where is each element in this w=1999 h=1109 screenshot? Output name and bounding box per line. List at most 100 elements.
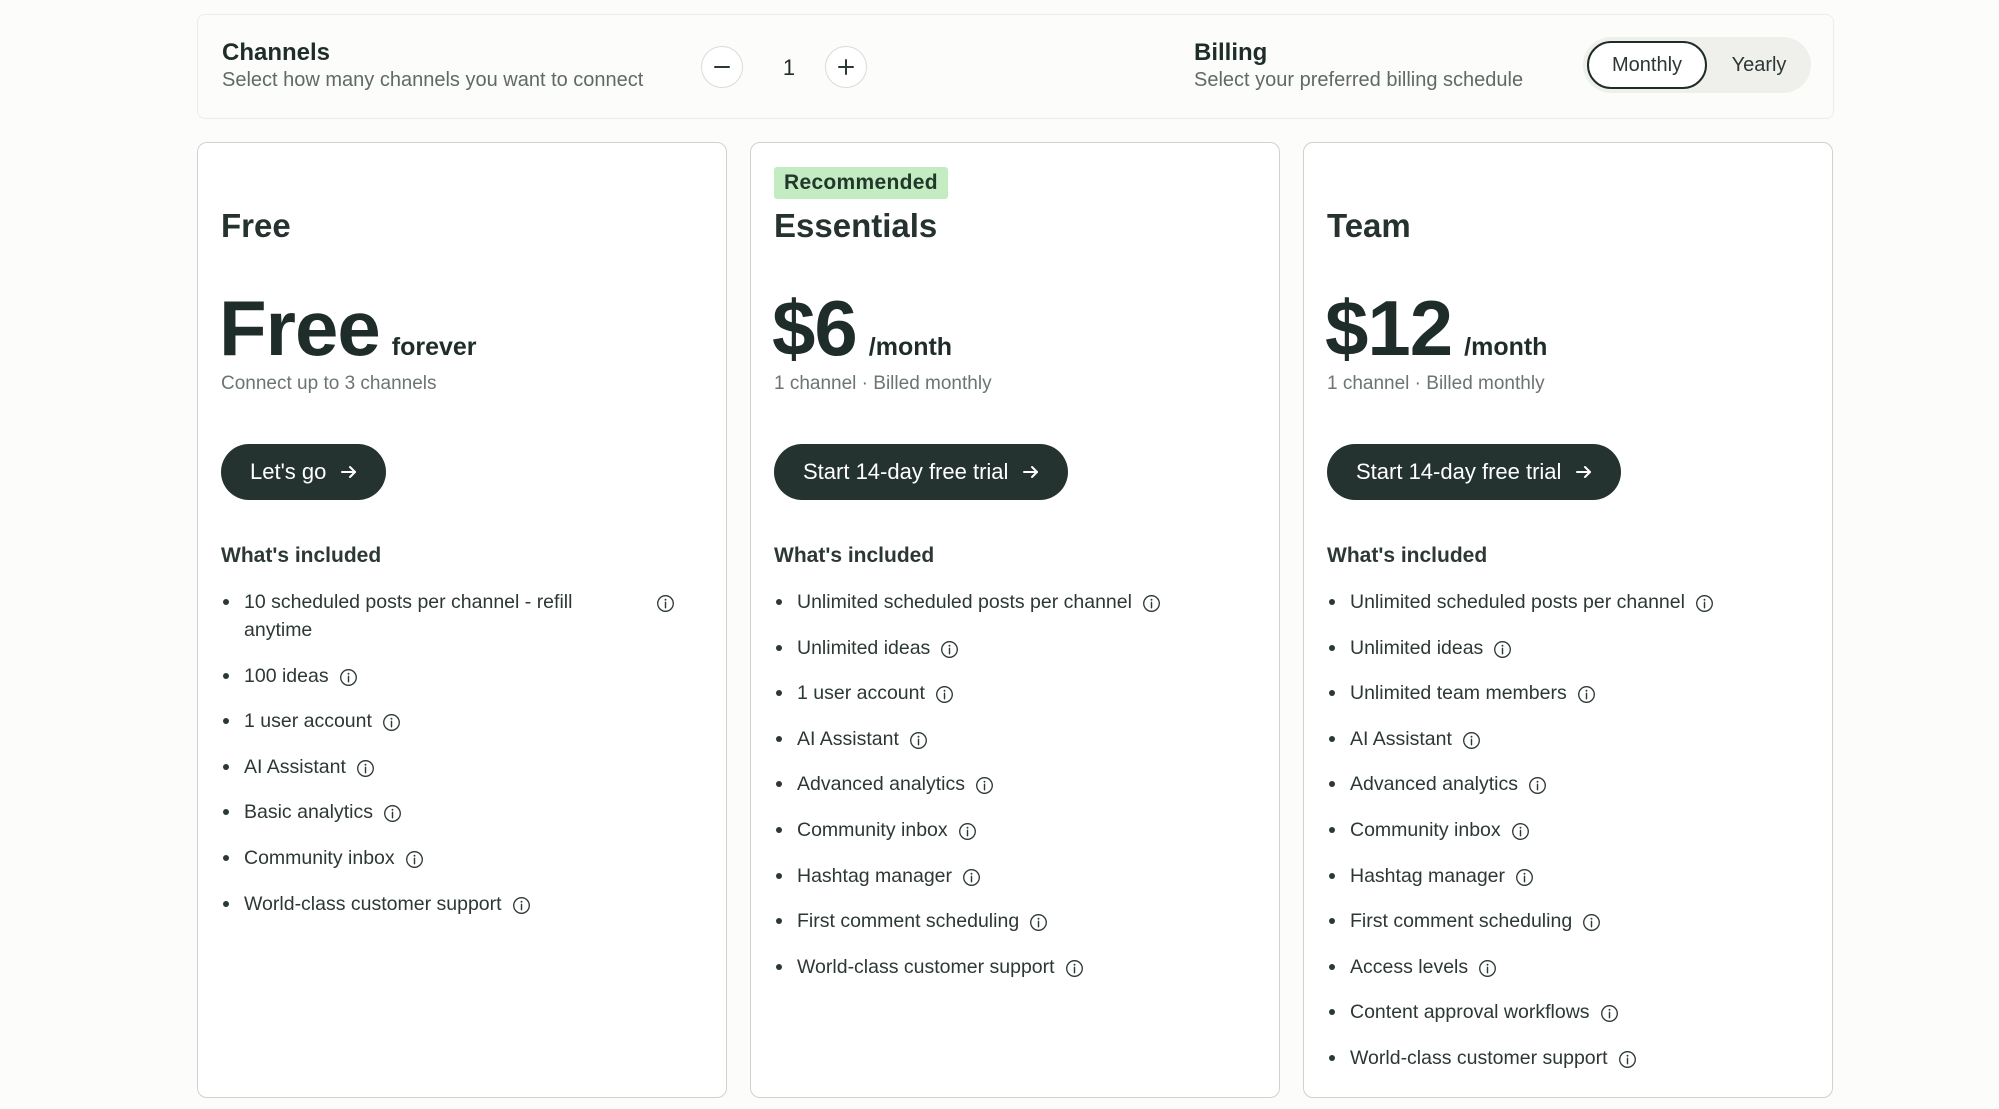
decrease-channels-button[interactable] <box>701 46 743 88</box>
feature-list: Unlimited scheduled posts per channel Un… <box>1327 588 1807 1090</box>
feature-item: AI Assistant <box>774 725 1254 753</box>
feature-item: World-class customer support <box>1327 1044 1807 1072</box>
info-icon[interactable] <box>1511 821 1530 840</box>
feature-label: 1 user account <box>244 710 372 733</box>
plan-cta-button[interactable]: Start 14-day free trial <box>774 444 1069 500</box>
feature-item: 1 user account <box>221 707 701 735</box>
feature-item: 10 scheduled posts per channel - refill … <box>221 588 701 644</box>
info-icon[interactable] <box>958 821 977 840</box>
feature-list: Unlimited scheduled posts per channel Un… <box>774 588 1254 998</box>
cta-label: Start 14-day free trial <box>1356 459 1562 484</box>
feature-item: Hashtag manager <box>1327 862 1807 890</box>
plan-name: Essentials <box>774 207 938 244</box>
feature-label: 1 user account <box>797 682 925 705</box>
plan-cta-button[interactable]: Start 14-day free trial <box>1327 444 1622 500</box>
feature-label: Access levels <box>1350 955 1469 978</box>
feature-item: World-class customer support <box>221 890 701 918</box>
feature-label: Unlimited scheduled posts per channel <box>797 591 1132 613</box>
info-icon[interactable] <box>1618 1049 1637 1068</box>
arrow-right-icon <box>1023 466 1039 478</box>
info-icon[interactable] <box>1142 593 1161 612</box>
feature-item: First comment scheduling <box>774 907 1254 935</box>
plan-cta-button[interactable]: Let's go <box>221 444 387 500</box>
info-icon[interactable] <box>1695 593 1714 612</box>
billing-option-monthly[interactable]: Monthly <box>1587 41 1707 89</box>
info-icon[interactable] <box>940 639 959 658</box>
info-icon[interactable] <box>512 895 531 914</box>
price-subtext: 1 channel · Billed monthly <box>774 373 992 394</box>
feature-label: Content approval workflows <box>1350 1001 1590 1024</box>
info-icon[interactable] <box>382 712 401 732</box>
info-icon[interactable] <box>1065 958 1084 977</box>
plan-card-essentials: Recommended Essentials $6 /month 1 channe… <box>750 142 1280 1098</box>
included-heading: What's included <box>221 544 382 567</box>
feature-label: 10 scheduled posts per channel - refill … <box>244 591 573 641</box>
feature-label: Unlimited ideas <box>797 636 931 659</box>
info-icon[interactable] <box>975 775 994 795</box>
plan-name: Free <box>221 207 291 244</box>
plus-icon <box>838 59 854 75</box>
feature-label: AI Assistant <box>244 755 346 778</box>
feature-label: AI Assistant <box>1350 727 1452 750</box>
feature-label: Community inbox <box>244 846 395 869</box>
info-icon[interactable] <box>656 593 675 612</box>
price-subtext: 1 channel · Billed monthly <box>1327 373 1545 394</box>
feature-label: World-class customer support <box>797 955 1055 978</box>
info-icon[interactable] <box>962 867 981 886</box>
feature-item: Community inbox <box>1327 816 1807 844</box>
increase-channels-button[interactable] <box>825 46 867 88</box>
feature-item: 1 user account <box>774 679 1254 707</box>
info-icon[interactable] <box>909 730 928 749</box>
feature-label: World-class customer support <box>1350 1046 1608 1069</box>
info-icon[interactable] <box>1029 912 1048 932</box>
feature-label: Community inbox <box>797 818 948 841</box>
feature-label: AI Assistant <box>797 727 899 750</box>
info-icon[interactable] <box>383 803 402 823</box>
recommended-badge: Recommended <box>774 167 948 199</box>
info-icon[interactable] <box>1462 730 1481 749</box>
info-icon[interactable] <box>1582 912 1601 932</box>
feature-item: Advanced analytics <box>1327 770 1807 798</box>
feature-item: Hashtag manager <box>774 862 1254 890</box>
info-icon[interactable] <box>1478 958 1497 977</box>
info-icon[interactable] <box>356 758 375 777</box>
info-icon[interactable] <box>935 684 954 704</box>
channels-subtitle: Select how many channels you want to con… <box>222 69 644 91</box>
feature-item: Unlimited scheduled posts per channel <box>1327 588 1807 616</box>
cta-label: Let's go <box>250 459 327 484</box>
arrow-right-icon <box>1576 466 1592 478</box>
info-icon[interactable] <box>1493 639 1512 658</box>
feature-label: Basic analytics <box>244 801 373 824</box>
feature-label: Advanced analytics <box>797 773 966 796</box>
feature-item: Unlimited team members <box>1327 679 1807 707</box>
billing-toggle: Monthly Yearly <box>1583 37 1811 93</box>
feature-item: Basic analytics <box>221 798 701 826</box>
channels-title: Channels <box>222 39 331 66</box>
feature-label: First comment scheduling <box>1350 910 1573 933</box>
info-icon[interactable] <box>405 849 424 868</box>
plan-price: Free <box>219 284 381 372</box>
feature-item: Advanced analytics <box>774 770 1254 798</box>
included-heading: What's included <box>774 544 935 567</box>
info-icon[interactable] <box>1600 1003 1619 1023</box>
info-icon[interactable] <box>339 667 358 686</box>
channels-count: 1 <box>782 55 796 80</box>
feature-label: Unlimited scheduled posts per channel <box>1350 591 1685 613</box>
plan-price: $12 <box>1325 284 1453 372</box>
feature-label: Hashtag manager <box>797 864 953 887</box>
billing-option-yearly[interactable]: Yearly <box>1711 41 1807 89</box>
feature-item: First comment scheduling <box>1327 907 1807 935</box>
feature-item: Unlimited ideas <box>1327 634 1807 662</box>
included-heading: What's included <box>1327 544 1488 567</box>
info-icon[interactable] <box>1528 775 1547 795</box>
feature-label: Community inbox <box>1350 818 1501 841</box>
arrow-right-icon <box>341 466 357 478</box>
feature-label: World-class customer support <box>244 892 502 915</box>
info-icon[interactable] <box>1577 684 1596 704</box>
feature-item: Content approval workflows <box>1327 998 1807 1026</box>
feature-item: Community inbox <box>774 816 1254 844</box>
price-unit: forever <box>391 333 477 361</box>
feature-item: Community inbox <box>221 844 701 872</box>
price-row: Free forever <box>219 283 477 374</box>
info-icon[interactable] <box>1515 867 1534 886</box>
